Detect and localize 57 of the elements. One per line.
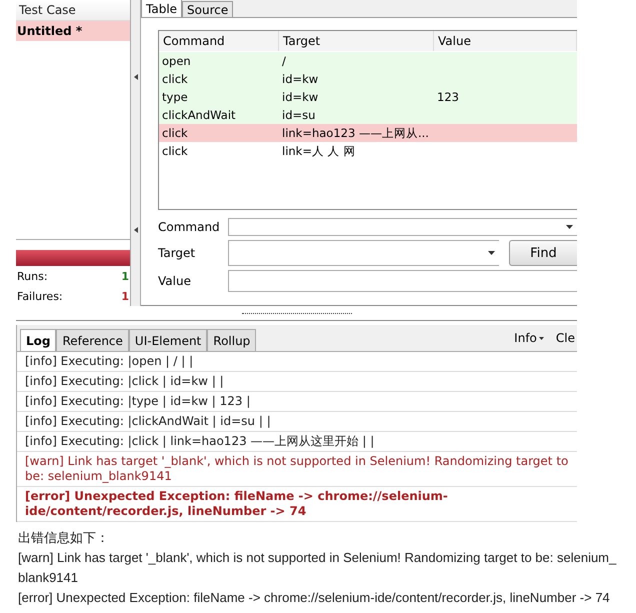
table-cell-text: id=kw [281,90,320,104]
table-cell-text: link=人 人 网 [281,144,356,158]
log-entry: [error] Unexpected Exception: fileName -> chrome://selenium-ide/content/recorder.js, lineNumber -> 74 [17,487,577,522]
toolbar-button[interactable]: Info [512,331,546,345]
table-cell-text: click [161,72,189,86]
field-label: Value [158,274,192,288]
table-cell-text: type [161,90,189,104]
table-cell-text: 123 [436,90,460,104]
toolbar-button[interactable]: Cle [554,331,577,345]
article-paragraph: [error] Unexpected Exception: fileName -> chrome://selenium-ide/content/recorder.js, lineNumber -> 74 [18,589,611,607]
command-row[interactable]: clickAndWait id=su [159,106,577,124]
log-entry: [warn] Link has target '_blank', which is not supported in Selenium! Randomizing target to be: selenium_blank9141 [17,452,577,487]
column-header[interactable]: Value [434,31,577,51]
collapse-icon[interactable] [134,74,138,80]
input-field[interactable] [228,240,499,266]
stat-value: 1 [121,290,129,303]
log-tab[interactable]: Reference [56,329,129,351]
input-field[interactable] [228,218,577,236]
editor-tab[interactable]: Source [182,1,234,17]
log-tab[interactable]: Log [20,329,56,351]
log-tab[interactable]: Rollup [207,329,256,351]
stat-value: 1 [121,270,129,283]
log-tab[interactable]: UI-Element [128,329,208,351]
article-paragraph: [warn] Link has target '_blank', which is not supported in Selenium! Randomizing target to be: selenium_blank9141 [18,549,618,587]
test-case-item[interactable]: Untitled * [16,21,130,41]
table-cell-text: id=su [281,108,316,122]
log-entry: [info] Executing: |click | id=kw | | [17,372,577,392]
column-header[interactable]: Command [159,31,279,51]
collapse-icon[interactable] [134,226,138,232]
article-heading: 出错信息如下： [18,529,110,547]
dropdown-icon[interactable] [566,225,573,229]
stat-label: Failures: [17,290,63,303]
table-cell-text: link=hao123 ——上网从... [281,126,430,140]
command-row[interactable]: click id=kw [159,70,577,88]
table-cell-text: click [161,126,189,140]
table-cell-text: / [281,54,287,68]
input-field[interactable] [228,270,577,292]
log-entry: [info] Executing: |clickAndWait | id=su | | [17,412,577,432]
stat-label: Runs: [17,270,48,283]
find-button[interactable]: Find [509,240,577,266]
table-cell-text: click [161,144,189,158]
log-entry: [info] Executing: |type | id=kw | 123 | [17,392,577,412]
column-header[interactable]: Target [279,31,434,51]
dropdown-icon [538,336,544,340]
field-label: Command [158,220,221,234]
table-cell-text: open [161,54,192,68]
table-cell-text: id=kw [281,72,320,86]
log-entry: [info] Executing: |click | link=hao123 ——上网从这里开始 | | [17,432,577,452]
table-cell-text: clickAndWait [161,108,237,122]
command-row[interactable]: click link=hao123 ——上网从... [159,124,577,142]
editor-tab[interactable]: Table [141,0,182,17]
splitter-handle[interactable] [242,312,352,314]
command-row[interactable]: open / [159,52,577,70]
command-row[interactable]: type id=kw 123 [159,88,577,106]
log-entry: [info] Executing: |open | / | | [17,352,577,372]
dropdown-icon[interactable] [488,251,495,255]
field-label: Target [158,246,196,260]
